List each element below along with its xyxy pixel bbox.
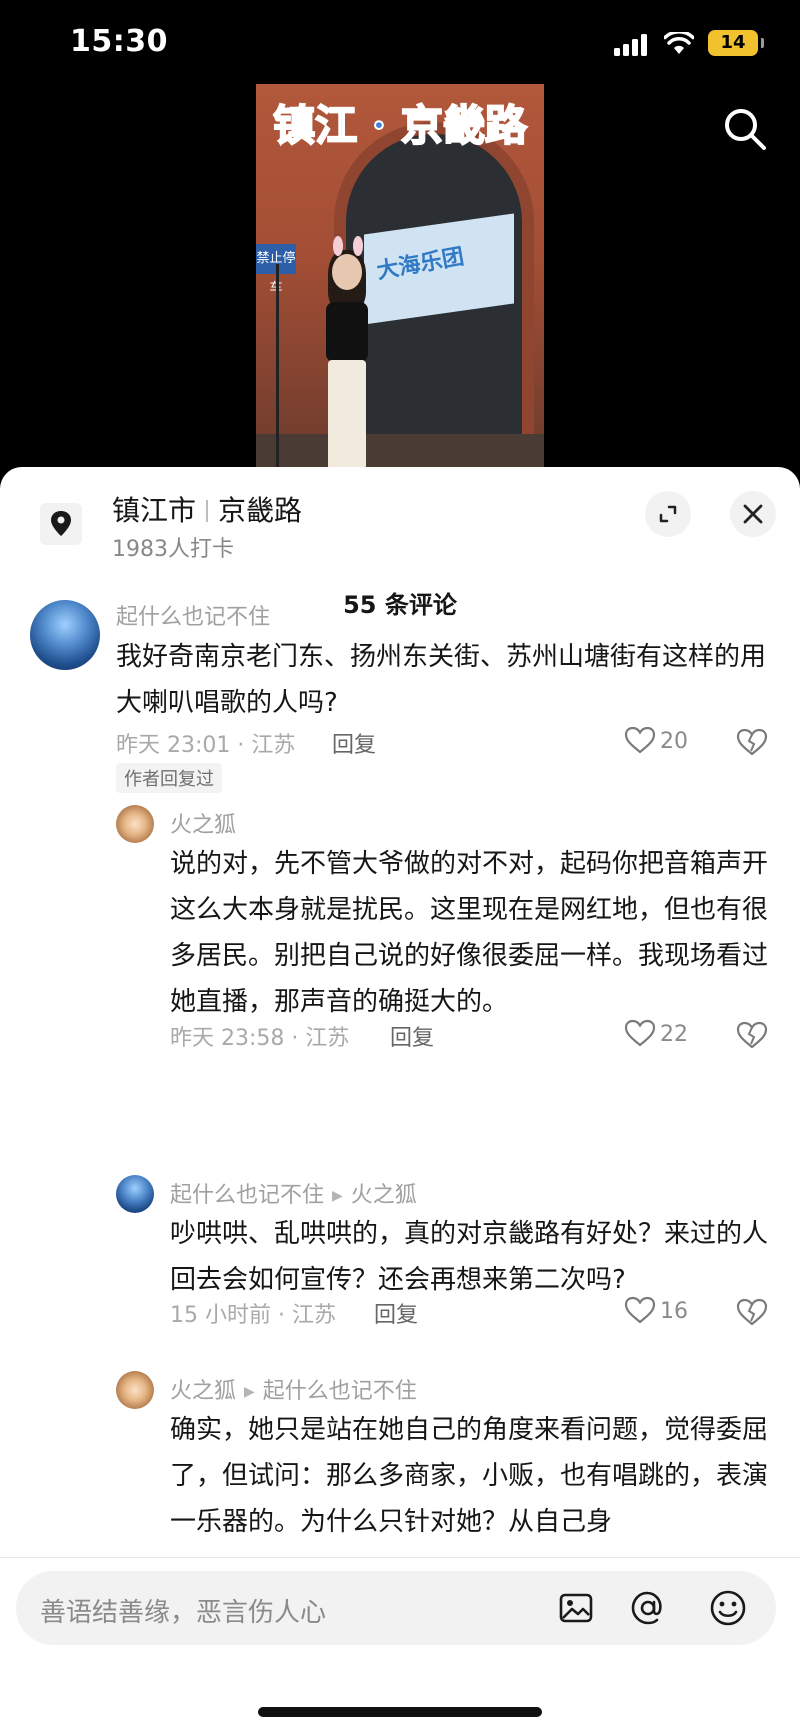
reply-button[interactable]: 回复	[390, 1020, 434, 1052]
broken-heart-icon[interactable]	[736, 727, 768, 757]
broken-heart-icon[interactable]	[736, 1297, 768, 1327]
like-button[interactable]: 20	[624, 725, 688, 755]
comment-meta: 15 小时前 · 江苏	[170, 1303, 336, 1328]
status-time: 15:30	[70, 24, 168, 59]
like-button[interactable]: 16	[624, 1295, 688, 1325]
like-button[interactable]: 22	[624, 1018, 688, 1048]
heart-icon	[624, 726, 656, 754]
input-divider	[0, 1557, 800, 1558]
comment-input[interactable]: 善语结善缘，恶言伤人心	[16, 1571, 776, 1645]
video-player[interactable]: 大海乐团 禁止停车 镇江 · 京畿路	[256, 84, 544, 470]
status-bar: 15:30 14	[0, 0, 800, 90]
close-button[interactable]	[730, 491, 776, 537]
author-replied-badge: 作者回复过	[116, 763, 222, 793]
comment-meta: 昨天 23:01 · 江苏	[116, 733, 296, 758]
avatar[interactable]	[116, 805, 154, 843]
location-title[interactable]: 镇江市 京畿路	[112, 489, 302, 529]
video-ground	[256, 434, 544, 470]
image-icon[interactable]	[556, 1588, 596, 1628]
location-header[interactable]: 镇江市 京畿路 1983人打卡	[0, 467, 800, 567]
location-city: 镇江市	[112, 494, 197, 527]
video-overlay-title: 镇江 · 京畿路	[272, 100, 528, 151]
mic-stand	[276, 264, 279, 470]
reply-arrow-icon: ▶	[244, 1384, 255, 1400]
avatar[interactable]	[30, 600, 100, 670]
location-pin-icon	[40, 503, 82, 545]
expand-icon	[659, 505, 677, 523]
broken-heart-icon[interactable]	[736, 1020, 768, 1050]
search-icon[interactable]	[720, 104, 770, 154]
comment-meta: 昨天 23:58 · 江苏	[170, 1026, 350, 1051]
comment-username[interactable]: 起什么也记不住	[116, 599, 270, 631]
video-performer	[316, 236, 376, 470]
avatar[interactable]	[116, 1371, 154, 1409]
reply-author: 火之狐	[170, 1379, 237, 1404]
reply-target: 起什么也记不住	[262, 1379, 417, 1404]
cellular-signal-icon	[614, 34, 647, 56]
comment-text: 说的对，先不管大爷做的对不对，起码你把音箱声开这么大本身就是扰民。这里现在是网红…	[170, 849, 769, 1017]
comment-username[interactable]: 火之狐	[170, 807, 236, 839]
reply-button[interactable]: 回复	[374, 1297, 418, 1329]
avatar[interactable]	[116, 1175, 154, 1213]
comment-username[interactable]: 火之狐 ▶ 起什么也记不住	[170, 1373, 417, 1405]
comment-text: 我好奇南京老门东、扬州东关街、苏州山塘街有这样的用大喇叭唱歌的人吗?	[116, 642, 767, 718]
location-separator	[206, 500, 209, 522]
reply-author: 起什么也记不住	[170, 1183, 325, 1208]
battery-indicator: 14	[708, 30, 764, 56]
heart-icon	[624, 1019, 656, 1047]
emoji-icon[interactable]	[708, 1588, 748, 1628]
expand-button[interactable]	[645, 491, 691, 537]
comment-text: 确实，她只是站在她自己的角度来看问题，觉得委屈了，但试问：那么多商家，小贩，也有…	[170, 1415, 769, 1537]
comment-sheet: 镇江市 京畿路 1983人打卡 55 条评论 起什么也记不住 我好奇南京老门东、扬…	[0, 467, 800, 1731]
like-count: 22	[660, 1022, 688, 1047]
location-checkins: 1983人打卡	[112, 537, 234, 562]
comment-input-placeholder: 善语结善缘，恶言伤人心	[40, 1598, 327, 1628]
close-icon	[743, 504, 763, 524]
like-count: 16	[660, 1299, 688, 1324]
location-street: 京畿路	[218, 494, 303, 527]
like-count: 20	[660, 729, 688, 754]
wifi-icon	[664, 32, 694, 54]
comment-username[interactable]: 起什么也记不住 ▶ 火之狐	[170, 1177, 417, 1209]
comment-text: 吵哄哄、乱哄哄的，真的对京畿路有好处？来过的人回去会如何宣传？还会再想来第二次吗…	[170, 1219, 769, 1295]
home-indicator[interactable]	[258, 1707, 542, 1717]
reply-target: 火之狐	[350, 1183, 417, 1208]
reply-button[interactable]: 回复	[332, 727, 376, 759]
at-icon[interactable]	[628, 1588, 668, 1628]
reply-arrow-icon: ▶	[332, 1188, 343, 1204]
heart-icon	[624, 1296, 656, 1324]
